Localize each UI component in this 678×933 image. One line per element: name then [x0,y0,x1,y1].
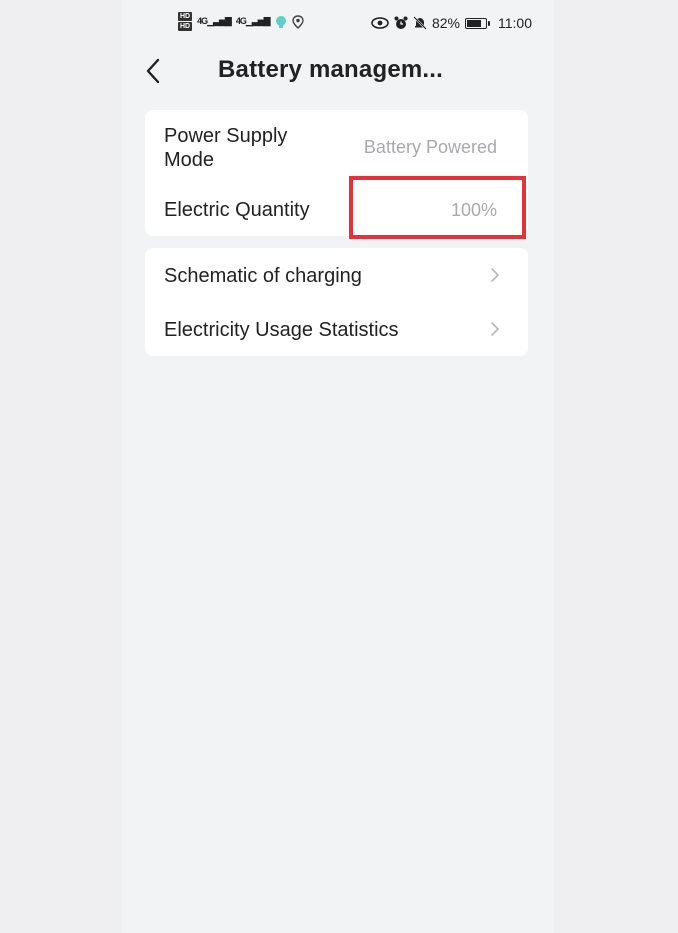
hd-icon: HD HD [178,12,193,31]
schematic-of-charging-row[interactable]: Schematic of charging [145,248,528,302]
chevron-right-icon [491,268,499,282]
hd-badge-1: HD [178,12,193,21]
chevron-left-icon[interactable] [142,56,166,86]
hd-badge-2: HD [178,22,193,31]
app-notification-icon [275,15,286,28]
eye-icon [371,17,389,29]
highlight-box [349,176,526,239]
battery-icon [465,17,490,29]
electric-quantity-label: Electric Quantity [164,199,310,221]
signal-icon: 4G▁▃▅▇ [197,16,232,26]
page-title: Battery managem... [218,56,444,83]
battery-links-card: Schematic of charging Electricity Usage … [145,248,528,356]
battery-level-fill [467,19,481,27]
alarm-icon [394,16,408,29]
status-bar: HD HD 4G▁▃▅▇ 4G▁▃▅▇ 82% 11:00 [122,8,554,40]
power-supply-mode-value: Battery Powered [363,137,497,157]
signal-label-1: 4G [197,16,208,26]
mute-bell-icon [413,16,427,30]
location-icon [291,14,304,29]
signal-label-2: 4G [235,16,247,26]
electricity-usage-statistics-label: Electricity Usage Statistics [164,319,399,341]
power-supply-mode-label: Power Supply Mode [164,125,288,171]
chevron-right-icon [491,322,499,336]
electricity-usage-statistics-row[interactable]: Electricity Usage Statistics [145,302,528,356]
battery-percent: 82% [431,15,460,31]
schematic-of-charging-label: Schematic of charging [164,265,362,287]
status-bar-left: HD HD 4G▁▃▅▇ 4G▁▃▅▇ [178,12,304,31]
phone-screen: HD HD 4G▁▃▅▇ 4G▁▃▅▇ 82% 11:00 Battery ma… [122,0,554,933]
app-header: Battery managem... [122,50,554,92]
status-bar-right: 82% 11:00 [371,15,532,31]
signal-icon-2: 4G▁▃▅▇ [235,16,271,26]
status-time: 11:00 [498,15,532,31]
